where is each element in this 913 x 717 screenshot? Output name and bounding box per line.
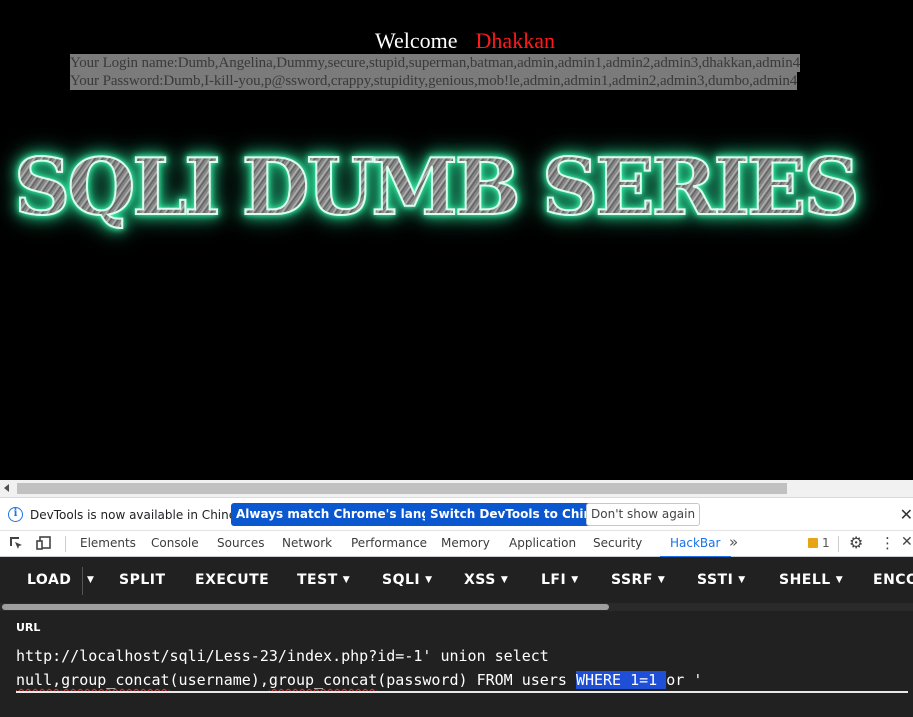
scrollbar-thumb[interactable]: [2, 604, 609, 610]
page-horizontal-scrollbar[interactable]: [0, 480, 913, 497]
tab-security[interactable]: Security: [593, 536, 642, 550]
split-button[interactable]: SPLIT: [119, 572, 166, 588]
ssrf-menu-button[interactable]: SSRF ▼: [611, 572, 665, 588]
sqli-menu-button[interactable]: SQLI ▼: [382, 572, 433, 588]
page-content: Welcome Dhakkan Your Login name:Dumb,Ange…: [0, 0, 913, 480]
issues-counter[interactable]: 1: [808, 536, 830, 550]
ssti-menu-button[interactable]: SSTI ▼: [697, 572, 746, 588]
hackbar-toolbar: LOAD ▼ SPLIT EXECUTE TEST ▼ SQLI ▼ XSS ▼ LF…: [0, 557, 913, 602]
lfi-menu-button[interactable]: LFI ▼: [541, 572, 579, 588]
url-field-label: URL: [16, 621, 41, 634]
chevron-down-icon: ▼: [425, 575, 433, 585]
load-button[interactable]: LOAD: [27, 572, 71, 588]
welcome-label: Welcome: [375, 28, 458, 53]
tab-network[interactable]: Network: [282, 536, 332, 550]
load-dropdown-caret-icon[interactable]: ▼: [87, 572, 94, 588]
toolbar-divider: [65, 536, 66, 552]
tab-elements[interactable]: Elements: [80, 536, 136, 550]
selected-text: WHERE 1=1: [575, 671, 667, 689]
scrollbar-thumb[interactable]: [17, 483, 787, 494]
inspect-element-icon[interactable]: [8, 535, 24, 551]
tab-memory[interactable]: Memory: [441, 536, 490, 550]
more-options-icon[interactable]: ⋮: [880, 534, 895, 552]
scroll-left-arrow-icon[interactable]: [4, 484, 9, 492]
xss-menu-button[interactable]: XSS ▼: [464, 572, 508, 588]
devtools-language-infobar: i DevTools is now available in Chinese! …: [0, 497, 913, 531]
test-menu-button[interactable]: TEST ▼: [297, 572, 350, 588]
info-icon: i: [8, 507, 23, 522]
dont-show-again-button[interactable]: Don't show again: [586, 503, 701, 526]
passwords-line: Your Password:Dumb,I-kill-you,p@ssword,c…: [70, 72, 798, 90]
welcome-username: Dhakkan: [475, 28, 555, 53]
hackbar-panel: LOAD ▼ SPLIT EXECUTE TEST ▼ SQLI ▼ XSS ▼ LF…: [0, 557, 913, 717]
settings-gear-icon[interactable]: ⚙: [849, 533, 863, 552]
execute-button[interactable]: EXECUTE: [195, 572, 269, 588]
login-names-line: Your Login name:Dumb,Angelina,Dummy,secu…: [70, 54, 801, 72]
tab-console[interactable]: Console: [151, 536, 199, 550]
tab-performance[interactable]: Performance: [351, 536, 427, 550]
url-textarea[interactable]: http://localhost/sqli/Less-23/index.php?…: [16, 644, 913, 692]
toolbar-horizontal-scrollbar[interactable]: [0, 603, 913, 611]
url-line-2: null,group_concat(username),group_concat…: [16, 671, 703, 689]
close-infobar-icon[interactable]: ✕: [900, 505, 913, 524]
chevron-down-icon: ▼: [571, 575, 579, 585]
tab-application[interactable]: Application: [509, 536, 576, 550]
chevron-down-icon: ▼: [500, 575, 509, 585]
devtools-tabbar: Elements Console Sources Network Perform…: [0, 531, 913, 558]
banner-title: SQLI DUMB SERIES: [13, 141, 861, 234]
chevron-down-icon: ▼: [657, 575, 666, 585]
infobar-message: DevTools is now available in Chinese!: [30, 508, 255, 522]
close-devtools-icon[interactable]: ✕: [901, 534, 913, 550]
issue-flag-icon: [808, 538, 818, 548]
chevron-down-icon: ▼: [342, 575, 351, 585]
url-line-1: http://localhost/sqli/Less-23/index.php?…: [16, 647, 549, 665]
toolbar-divider: [82, 567, 83, 595]
welcome-heading: Welcome Dhakkan: [0, 28, 913, 54]
toolbar-divider: [838, 536, 839, 552]
more-tabs-chevron-icon[interactable]: »: [729, 533, 738, 551]
tab-hackbar[interactable]: HackBar: [659, 536, 733, 558]
tab-sources[interactable]: Sources: [217, 536, 264, 550]
encoding-menu-button[interactable]: ENCO: [873, 572, 913, 588]
issues-count: 1: [822, 536, 830, 550]
url-field-underline: [16, 691, 908, 693]
chevron-down-icon: ▼: [835, 575, 844, 585]
chevron-down-icon: ▼: [738, 575, 746, 585]
device-toolbar-icon[interactable]: [36, 535, 52, 551]
shell-menu-button[interactable]: SHELL ▼: [779, 572, 843, 588]
